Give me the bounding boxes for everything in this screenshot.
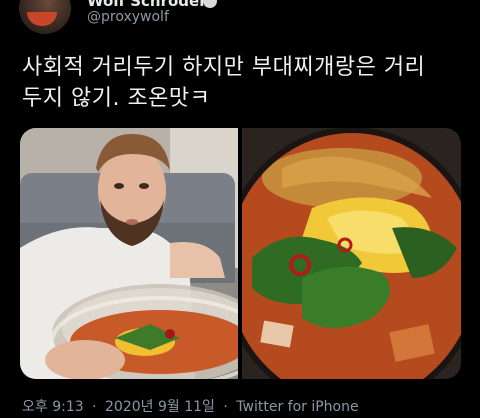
user-handle[interactable]: @proxywolf [87,9,169,25]
meta-separator: · [92,399,97,415]
tweet-text: 사회적 거리두기 하지만 부대찌개랑은 거리 두지 않기. 조온맛ㅋ [22,52,462,114]
meta-separator: · [223,399,228,415]
tweet-text-line-1: 사회적 거리두기 하지만 부대찌개랑은 거리 [22,55,426,80]
budae-jjigae-illustration [242,128,461,379]
tweet-header: Wolf Schröder @proxywolf [0,0,480,40]
tweet-media [20,128,461,379]
photo-budae-jjigae[interactable] [242,128,461,379]
man-with-stew-illustration [20,128,238,379]
tweet-text-line-2: 두지 않기. 조온맛ㅋ [22,86,211,111]
tweet-footer: 오후 9:13 · 2020년 9월 11일 · Twitter for iPh… [22,396,363,416]
verified-badge-icon [203,0,217,8]
avatar[interactable] [19,0,71,34]
photo-man-with-stew[interactable] [20,128,238,379]
tweet-source[interactable]: Twitter for iPhone [236,399,358,415]
avatar-bowl-graphic [27,12,57,26]
tweet-time[interactable]: 오후 9:13 [22,399,84,415]
tweet-date[interactable]: 2020년 9월 11일 [105,399,215,415]
